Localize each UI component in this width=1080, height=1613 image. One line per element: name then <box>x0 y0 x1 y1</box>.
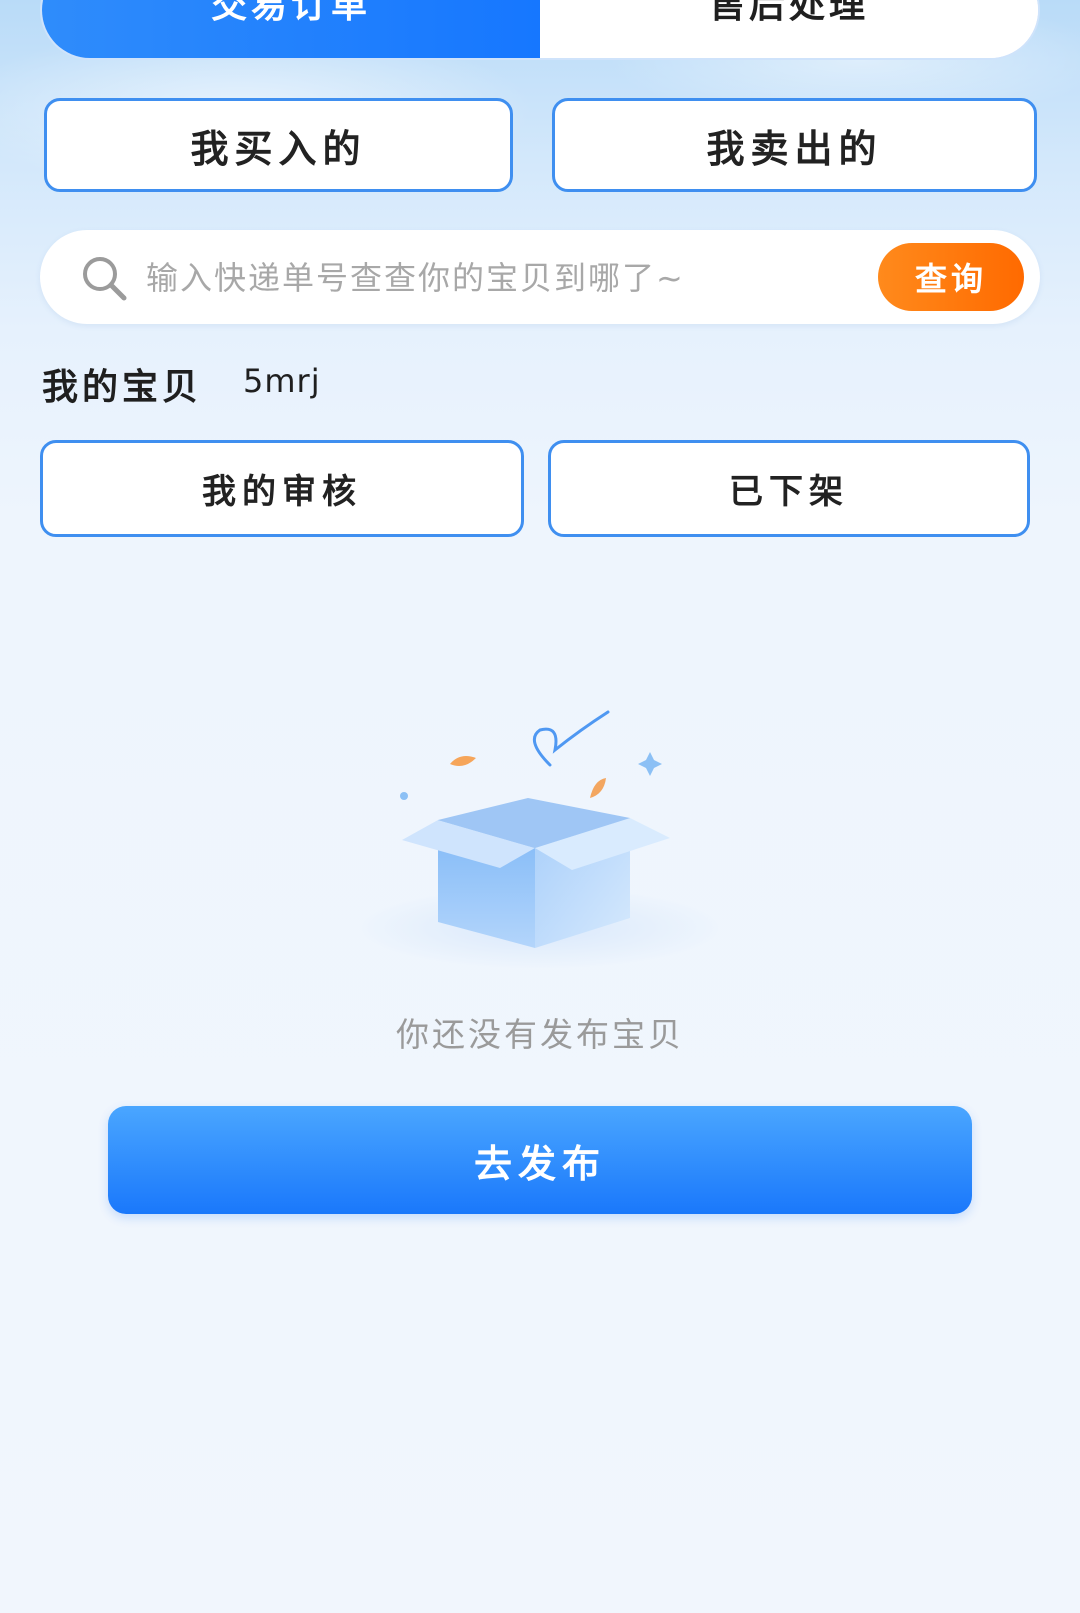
open-box-icon <box>362 710 718 968</box>
empty-state-message: 你还没有发布宝贝 <box>396 1015 684 1054</box>
my-items-title: 我的宝贝 <box>42 367 203 408</box>
delisted-button[interactable]: 已下架 <box>548 440 1030 537</box>
tab-after-sales[interactable]: 售后处理 <box>540 0 1038 58</box>
sold-button[interactable]: 我卖出的 <box>552 98 1037 192</box>
tab-trade-orders[interactable]: 交易订单 <box>42 0 540 58</box>
username-label: 5mrj <box>243 362 321 400</box>
bought-button[interactable]: 我买入的 <box>44 98 513 192</box>
tracking-search-bar: 查询 <box>40 230 1040 324</box>
tracking-number-input[interactable] <box>144 244 848 312</box>
go-publish-button[interactable]: 去发布 <box>108 1106 972 1214</box>
query-button[interactable]: 查询 <box>878 243 1024 311</box>
order-type-tabs: 交易订单 售后处理 <box>40 0 1040 60</box>
my-review-button[interactable]: 我的审核 <box>40 440 524 537</box>
search-icon <box>83 257 127 301</box>
